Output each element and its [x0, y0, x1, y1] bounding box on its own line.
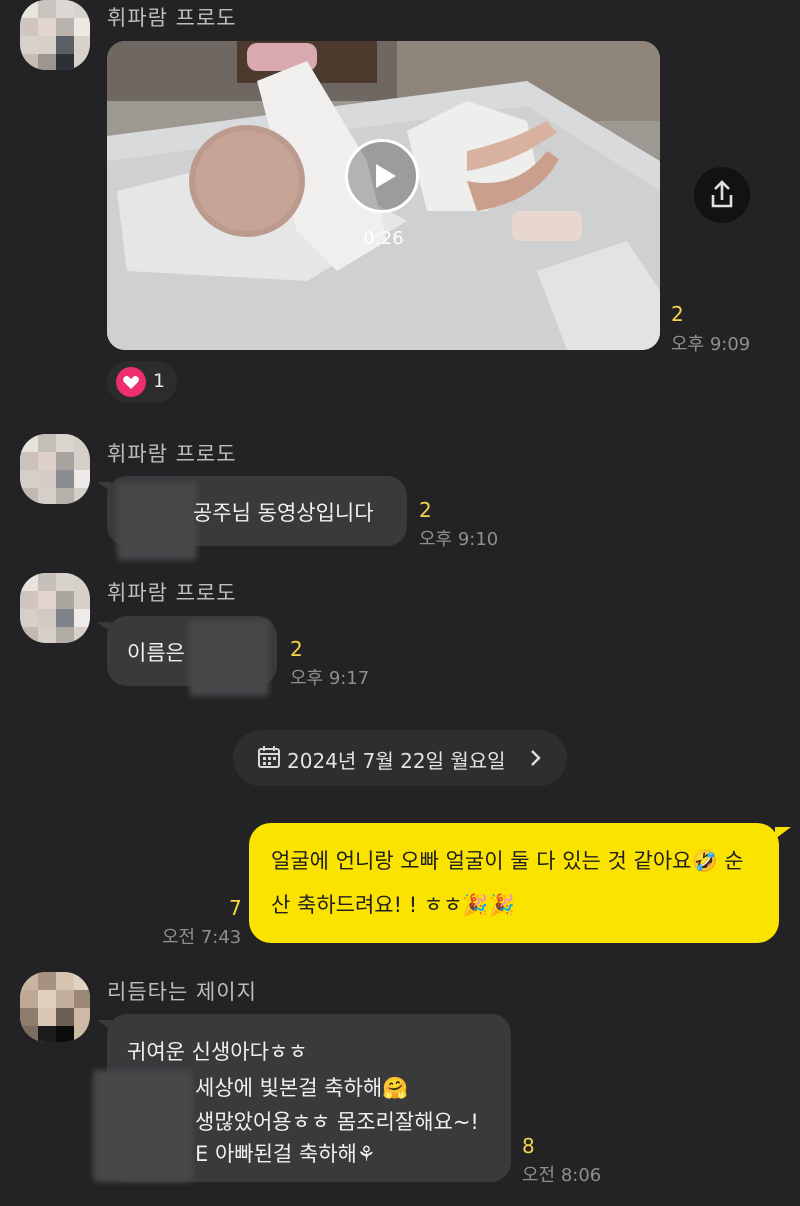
sender-name: 리듬타는 제이지	[107, 980, 257, 1004]
date-label: 2024년 7월 22일 월요일	[287, 749, 506, 773]
sender-name: 휘파람 프로도	[107, 442, 237, 466]
calendar-icon	[258, 746, 280, 768]
message-text-line: 생많았어용ㅎㅎ 몸조리잘해요~!	[195, 1110, 479, 1134]
message-bubble[interactable]: 이름은	[97, 616, 277, 696]
message-text: 이름은	[127, 641, 185, 665]
share-icon	[711, 180, 733, 208]
message-time: 오후 9:09	[671, 334, 751, 355]
message-time: 오후 9:10	[419, 529, 499, 550]
reaction-count: 1	[153, 370, 166, 392]
message-text: 공주님 동영상입니다	[193, 501, 374, 525]
heart-icon	[116, 367, 146, 397]
share-button[interactable]	[694, 167, 750, 223]
message-text-line: 산 축하드려요! ! ㅎㅎ🎉🎉	[271, 893, 515, 917]
video-thumbnail[interactable]: 0:26	[107, 41, 660, 350]
message-text-line: 귀여운 신생아다ㅎㅎ	[127, 1040, 308, 1064]
play-icon	[376, 164, 396, 188]
redacted-area	[93, 1070, 193, 1182]
unread-count: 2	[290, 637, 303, 661]
reaction-chip[interactable]: 1	[107, 361, 177, 403]
unread-count: 8	[522, 1134, 535, 1158]
redacted-area	[117, 482, 197, 560]
sender-avatar[interactable]	[20, 434, 90, 504]
sender-avatar[interactable]	[20, 0, 90, 70]
unread-count: 2	[419, 498, 432, 522]
redacted-area	[189, 620, 269, 696]
date-divider[interactable]: 2024년 7월 22일 월요일	[233, 730, 567, 786]
message-bubble[interactable]: 공주님 동영상입니다	[97, 476, 407, 560]
play-button[interactable]	[345, 139, 419, 213]
sender-avatar[interactable]	[20, 972, 90, 1042]
chevron-right-icon	[531, 750, 541, 766]
sender-avatar[interactable]	[20, 573, 90, 643]
message-time: 오전 7:43	[162, 927, 242, 948]
sender-name: 휘파람 프로도	[107, 581, 237, 605]
my-message-bubble[interactable]: 얼굴에 언니랑 오빠 얼굴이 둘 다 있는 것 같아요🤣 순 산 축하드려요! …	[249, 823, 791, 943]
message-bubble[interactable]: 귀여운 신생아다ㅎㅎ 세상에 빛본걸 축하해🤗 생많았어용ㅎㅎ 몸조리잘해요~!…	[93, 1014, 511, 1182]
video-duration: 0:26	[363, 228, 404, 249]
message-time: 오후 9:17	[290, 668, 370, 689]
message-time: 오전 8:06	[522, 1165, 602, 1186]
unread-count: 2	[671, 302, 684, 326]
sender-name: 휘파람 프로도	[107, 6, 237, 30]
message-text-line: E 아빠된걸 축하해⚘	[195, 1142, 376, 1166]
message-text-line: 세상에 빛본걸 축하해🤗	[195, 1076, 409, 1100]
unread-count: 7	[229, 896, 242, 920]
message-text-line: 얼굴에 언니랑 오빠 얼굴이 둘 다 있는 것 같아요🤣 순	[271, 849, 744, 873]
